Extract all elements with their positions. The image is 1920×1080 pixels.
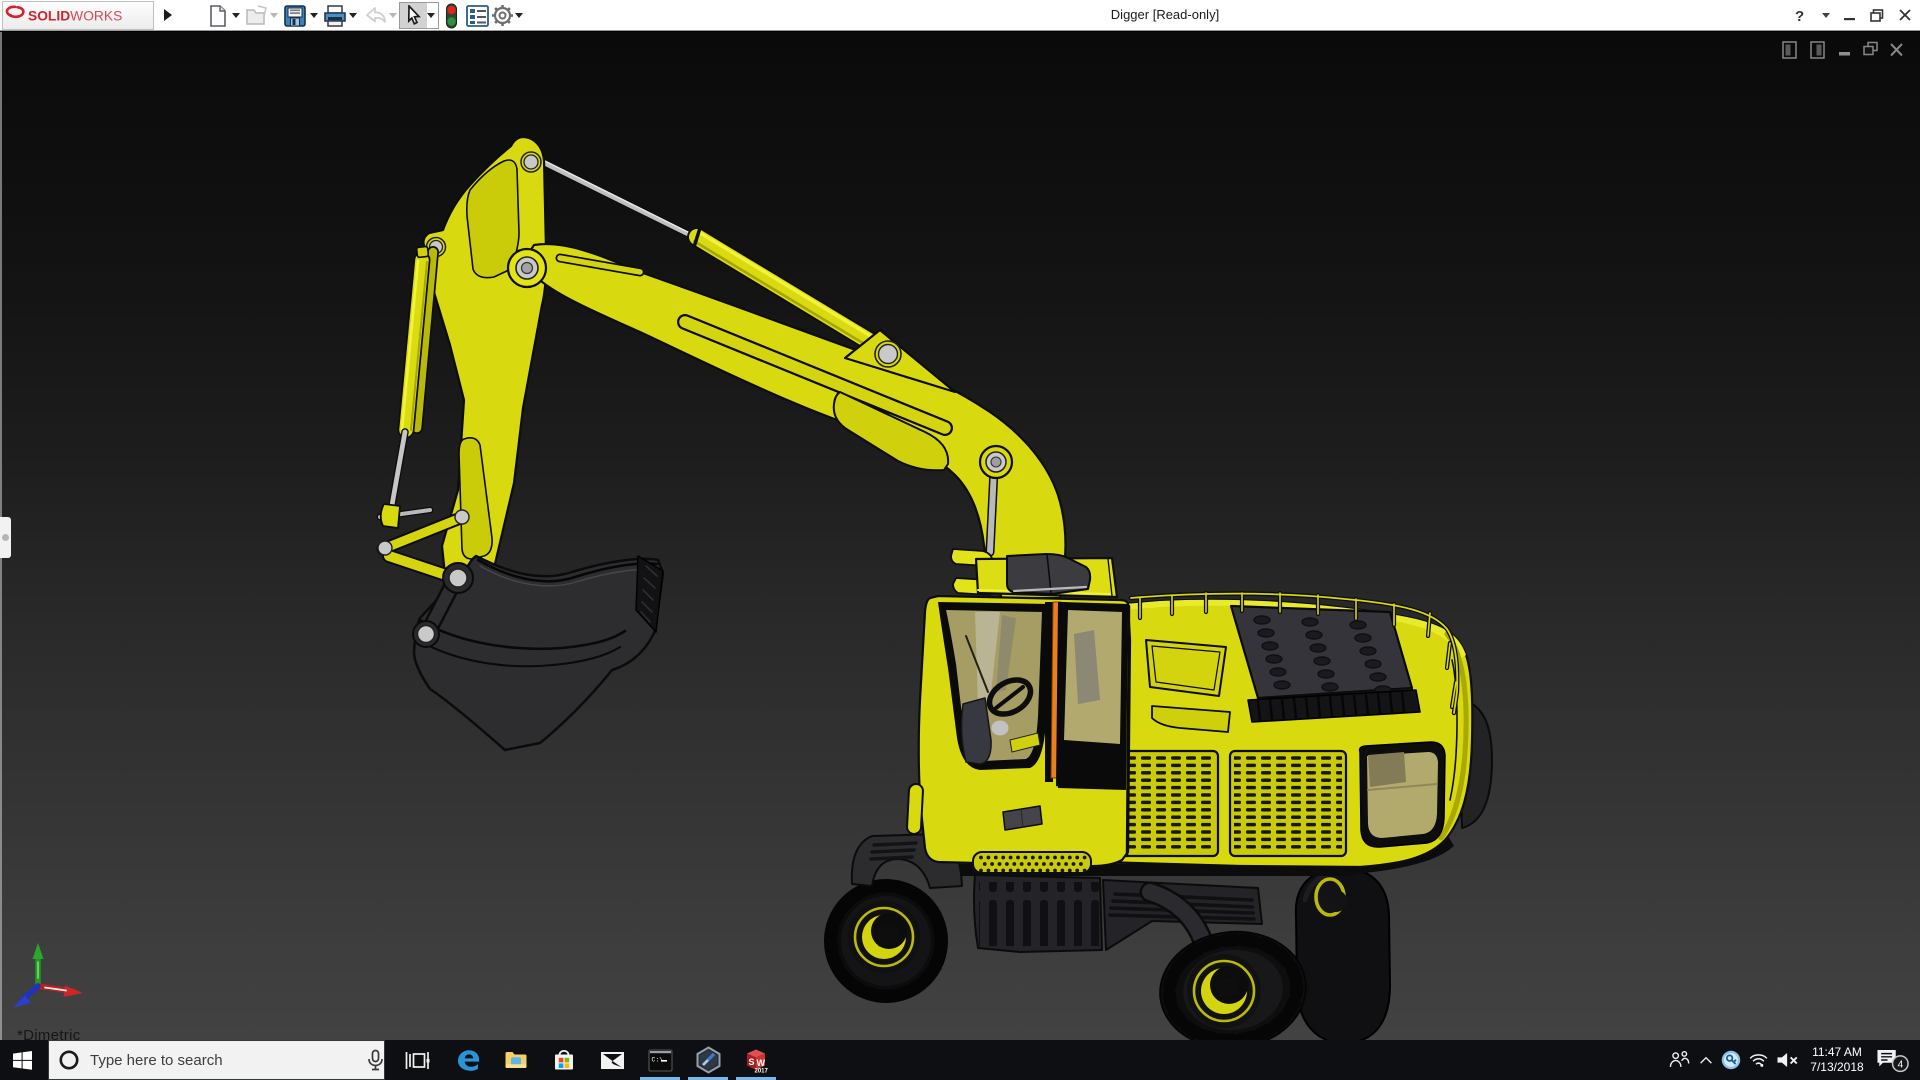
- svg-text:4: 4: [1898, 1059, 1904, 1070]
- svg-text:S: S: [749, 1057, 755, 1067]
- svg-text:2017: 2017: [755, 1069, 769, 1075]
- svg-text:W: W: [757, 1058, 766, 1068]
- svg-text:?: ?: [1795, 8, 1804, 23]
- svg-text:SOLIDWORKS: SOLIDWORKS: [28, 9, 122, 24]
